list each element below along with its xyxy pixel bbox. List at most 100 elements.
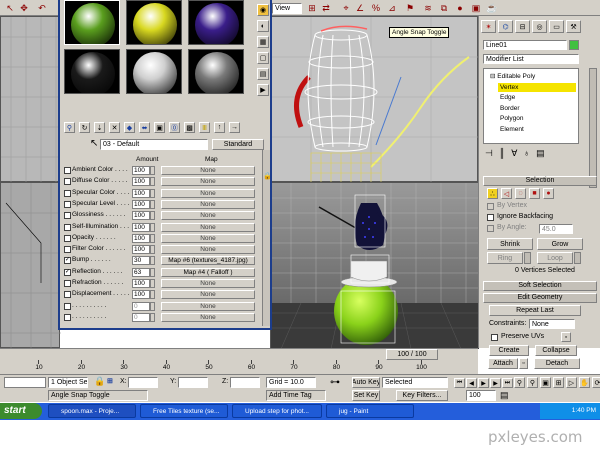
map-enable-checkbox[interactable]: ✓ [64, 268, 71, 276]
pan-icon[interactable]: ✋ [579, 377, 590, 388]
time-configuration-icon[interactable]: ▤ [500, 390, 509, 401]
add-time-tag[interactable]: Add Time Tag [266, 390, 326, 401]
map-enable-checkbox[interactable] [64, 234, 71, 242]
preserve-uvs-checkbox[interactable] [491, 334, 498, 341]
map-amount-spinner[interactable] [150, 301, 155, 311]
y-coordinate-field[interactable] [178, 377, 208, 388]
vertex-mode-icon[interactable]: ∴ [487, 188, 498, 199]
repeat-last-button[interactable]: Repeat Last [489, 305, 581, 316]
modifier-stack-item[interactable]: Polygon [498, 114, 576, 123]
listener-box[interactable] [4, 377, 46, 388]
modifier-list-dropdown[interactable]: Modifier List [483, 54, 579, 64]
map-amount-spinner[interactable] [150, 290, 155, 300]
utilities-tab-icon[interactable]: ⚒ [566, 20, 581, 33]
go-to-start-icon[interactable]: ⏮ [454, 378, 465, 388]
map-amount-field[interactable]: 100 [132, 290, 150, 300]
lock-selection-icon[interactable]: 🔒 [94, 376, 105, 387]
get-material-icon[interactable]: ⚲ [64, 122, 75, 133]
map-amount-field[interactable]: 100 [132, 211, 150, 221]
map-amount-spinner[interactable] [150, 312, 155, 322]
current-frame-field[interactable]: 100 [466, 390, 496, 401]
sample-slot[interactable] [188, 49, 244, 94]
hierarchy-tab-icon[interactable]: ⊟ [515, 20, 530, 33]
map-enable-checkbox[interactable] [64, 178, 71, 186]
attach-button[interactable]: Attach [488, 358, 518, 369]
lock-icon[interactable]: 🔒 [263, 172, 272, 180]
ring-spinner[interactable] [524, 252, 531, 264]
pick-material-icon[interactable]: ↖ [90, 138, 98, 149]
map-amount-field[interactable]: 100 [132, 188, 150, 198]
attach-list-icon[interactable]: ▫ [519, 358, 528, 369]
map-amount-field[interactable]: 100 [132, 279, 150, 288]
mirror-icon[interactable]: ⇄ [320, 2, 332, 14]
map-slot-button[interactable]: None [161, 211, 255, 221]
motion-tab-icon[interactable]: ◎ [532, 20, 547, 33]
by-vertex-checkbox[interactable] [487, 203, 494, 210]
object-name-field[interactable]: Line01 [483, 40, 567, 50]
select-icon[interactable]: ↖ [4, 2, 16, 14]
material-type-button[interactable]: Standard [212, 139, 264, 150]
auto-key-button[interactable]: Auto Key [352, 377, 380, 388]
map-slot-button[interactable]: Map #4 ( Falloff ) [161, 267, 255, 277]
z-coordinate-field[interactable] [230, 377, 260, 388]
ring-button[interactable]: Ring [487, 252, 523, 264]
map-slot-button[interactable]: None [161, 188, 255, 198]
modifier-stack-item[interactable]: Border [498, 104, 576, 113]
modifier-stack-item[interactable]: Edge [498, 93, 576, 102]
named-selection-icon[interactable]: ⚑ [404, 2, 416, 14]
taskbar-task-button[interactable]: Free Tiles texture (se... [140, 404, 228, 418]
show-end-result-icon[interactable]: Ⅲ [199, 122, 210, 133]
edit-geometry-rollout-header[interactable]: Edit Geometry [483, 293, 597, 303]
map-amount-field[interactable]: 0 [132, 312, 150, 322]
x-coordinate-field[interactable] [128, 377, 158, 388]
map-enable-checkbox[interactable] [64, 302, 71, 310]
polygon-mode-icon[interactable]: ■ [529, 188, 540, 199]
key-mode-icon[interactable]: ⊶ [330, 377, 340, 388]
modifier-stack-item[interactable]: Vertex [498, 82, 576, 92]
object-color-swatch[interactable] [569, 40, 579, 50]
reference-coordinate-dropdown[interactable]: View [272, 3, 302, 14]
show-map-icon[interactable]: ▩ [184, 122, 195, 133]
left-bottom-viewport[interactable] [0, 182, 61, 349]
taskbar-task-button[interactable]: spoon.max - Proje... [48, 404, 136, 418]
ignore-backfacing-checkbox[interactable] [487, 214, 494, 221]
perspective-viewport[interactable] [270, 182, 479, 349]
map-enable-checkbox[interactable] [64, 212, 71, 220]
constraints-dropdown[interactable]: None [529, 319, 575, 329]
map-amount-spinner[interactable] [150, 233, 155, 243]
map-amount-field[interactable]: 100 [132, 222, 150, 232]
loop-button[interactable]: Loop [537, 252, 573, 264]
go-to-parent-icon[interactable]: ↑ [214, 122, 225, 133]
preserve-uvs-settings-icon[interactable]: ▫ [561, 332, 571, 342]
maps-scrollbar[interactable]: 🔒 [262, 150, 272, 326]
map-amount-spinner[interactable] [150, 177, 155, 187]
element-mode-icon[interactable]: ● [543, 188, 554, 199]
map-amount-field[interactable]: 63 [132, 267, 150, 277]
sample-slot[interactable] [126, 49, 182, 94]
map-slot-button[interactable]: Map #6 (textures_4187.jpg) [161, 256, 255, 266]
field-of-view-icon[interactable]: ▷ [566, 377, 577, 388]
material-effects-icon[interactable]: ⓪ [169, 122, 180, 133]
go-to-end-icon[interactable]: ⏭ [502, 378, 513, 388]
key-filters-button[interactable]: Key Filters... [396, 390, 448, 401]
map-enable-checkbox[interactable] [64, 291, 71, 299]
map-amount-field[interactable]: 100 [132, 166, 150, 175]
zoom-all-icon[interactable]: ⚲ [527, 377, 538, 388]
make-unique-stack-icon[interactable]: ∀ [511, 148, 517, 160]
play-icon[interactable]: ▶ [478, 378, 489, 388]
map-amount-field[interactable]: 100 [132, 245, 150, 255]
edge-mode-icon[interactable]: ◁ [501, 188, 512, 199]
put-to-library-icon[interactable]: ▣ [154, 122, 165, 133]
border-mode-icon[interactable]: ◌ [515, 188, 526, 199]
material-name-field[interactable]: 03 - Default [100, 139, 208, 150]
schematic-icon[interactable]: ⧉ [438, 2, 450, 14]
loop-spinner[interactable] [574, 252, 581, 264]
taskbar-task-button[interactable]: jug - Paint [326, 404, 414, 418]
zoom-extents-icon[interactable]: ▣ [540, 377, 551, 388]
map-slot-button[interactable]: None [161, 301, 255, 311]
next-frame-icon[interactable]: ▶ [490, 378, 501, 388]
previous-frame-icon[interactable]: ◀ [466, 378, 477, 388]
map-enable-checkbox[interactable]: ✓ [64, 257, 71, 265]
map-enable-checkbox[interactable] [64, 280, 71, 287]
go-forward-icon[interactable]: → [229, 122, 240, 133]
